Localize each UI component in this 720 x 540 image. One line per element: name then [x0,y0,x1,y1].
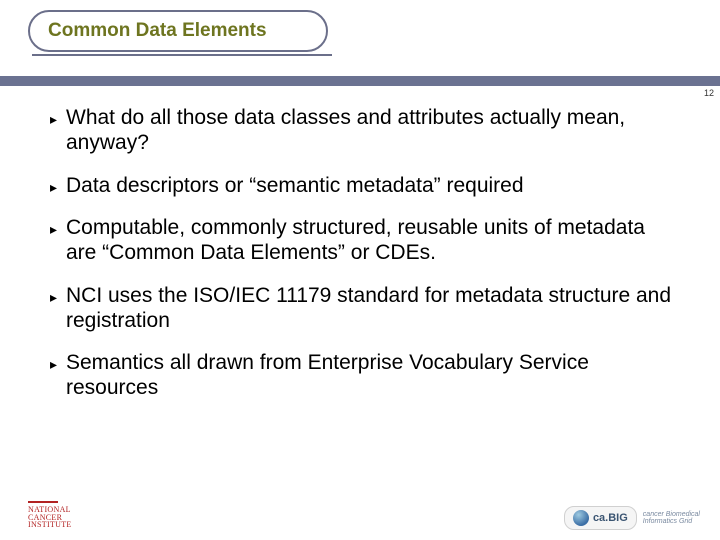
bullet-arrow-icon: ▸ [50,222,64,236]
footer-left-logo: NATIONAL CANCER INSTITUTE [28,499,72,528]
bullet-arrow-icon: ▸ [50,357,64,371]
bullet-list: ▸ What do all those data classes and att… [50,106,680,419]
bullet-text: Semantics all drawn from Enterprise Voca… [66,351,680,401]
bullet-arrow-icon: ▸ [50,290,64,304]
cabig-sub-line: cancer Biomedical [643,511,700,518]
nci-logo-line: INSTITUTE [28,520,72,529]
nci-logo: NATIONAL CANCER INSTITUTE [28,499,72,528]
bullet-text: NCI uses the ISO/IEC 11179 standard for … [66,284,680,334]
footer-right-badge: ca.BIG cancer Biomedical Informatics Gri… [564,506,700,530]
cabig-subtext: cancer Biomedical Informatics Grid [643,511,700,525]
list-item: ▸ Semantics all drawn from Enterprise Vo… [50,351,680,401]
list-item: ▸ Computable, commonly structured, reusa… [50,216,680,266]
list-item: ▸ What do all those data classes and att… [50,106,680,156]
bullet-text: What do all those data classes and attri… [66,106,680,156]
slide-title: Common Data Elements [48,20,267,41]
cabig-sub-line: Informatics Grid [643,518,700,525]
title-container: Common Data Elements [28,10,328,52]
header-bar [0,76,720,86]
cabig-badge: ca.BIG [564,506,637,530]
title-underline [32,54,332,56]
list-item: ▸ NCI uses the ISO/IEC 11179 standard fo… [50,284,680,334]
cabig-label: ca.BIG [593,512,628,524]
title-pill: Common Data Elements [28,10,328,52]
bullet-text: Data descriptors or “semantic metadata” … [66,174,680,199]
bullet-text: Computable, commonly structured, reusabl… [66,216,680,266]
bullet-arrow-icon: ▸ [50,180,64,194]
globe-icon [573,510,589,526]
slide: Common Data Elements 12 ▸ What do all th… [0,0,720,540]
list-item: ▸ Data descriptors or “semantic metadata… [50,174,680,199]
page-number: 12 [704,88,714,98]
bullet-arrow-icon: ▸ [50,112,64,126]
